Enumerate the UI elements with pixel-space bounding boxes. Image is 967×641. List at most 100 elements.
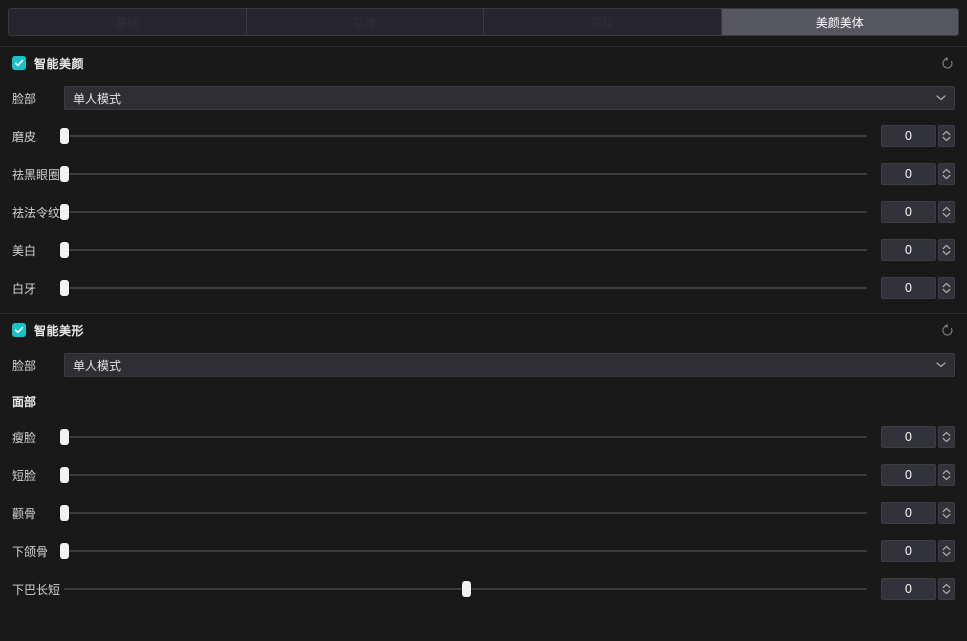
slider-control[interactable] [60,278,867,298]
value-input[interactable]: 0 [881,201,936,223]
slider-thumb[interactable] [60,429,69,445]
slider-label: 颧骨 [12,506,37,521]
face-mode-row: 脸部 单人模式 [0,346,967,384]
slider-row: 下颌骨 0 [0,532,967,570]
face-mode-label: 脸部 [12,358,37,373]
section-title: 智能美形 [34,323,85,338]
value-input[interactable]: 0 [881,540,936,562]
section-2: 智能美形 脸部 单人模式 面部 瘦脸 0 短脸 0 颧骨 0 下颌骨 0 下巴长短 0 [0,314,967,608]
check-icon-svg [14,59,24,67]
value-input[interactable]: 0 [881,502,936,524]
value-input[interactable]: 0 [881,125,936,147]
tab-bar: 基础 抠像 蒙版 美颜美体 [0,0,967,41]
slider-track [64,211,867,213]
value-spinbox: 0 [881,464,955,486]
spinner-arrows-svg [942,507,951,519]
value-input[interactable]: 0 [881,163,936,185]
slider-thumb[interactable] [60,467,69,483]
slider-control[interactable] [60,427,867,447]
slider-thumb[interactable] [60,543,69,559]
tab-chroma-key[interactable]: 抠像 [246,9,484,35]
reset-icon[interactable] [937,320,957,340]
chevron-down-icon [936,95,946,102]
face-mode-select[interactable]: 单人模式 [64,353,955,377]
tab-mask[interactable]: 蒙版 [484,9,722,35]
slider-row: 美白 0 [0,231,967,269]
slider-label: 磨皮 [12,129,37,144]
slider-track [64,135,867,137]
slider-control[interactable] [60,126,867,146]
value-input[interactable]: 0 [881,426,936,448]
value-spinbox: 0 [881,502,955,524]
spinner-buttons[interactable] [938,464,955,486]
slider-track [64,249,867,251]
slider-thumb[interactable] [60,166,69,182]
spinner-buttons[interactable] [938,163,955,185]
spinner-buttons[interactable] [938,578,955,600]
slider-thumb[interactable] [60,505,69,521]
section-enable-checkbox[interactable] [12,323,26,337]
slider-track [64,436,867,438]
slider-track [64,287,867,289]
value-spinbox: 0 [881,201,955,223]
slider-control[interactable] [60,503,867,523]
reset-icon[interactable] [937,53,957,73]
section-header: 智能美颜 [0,47,967,79]
slider-control[interactable] [64,579,867,599]
spinner-buttons[interactable] [938,201,955,223]
check-icon-svg [14,326,24,334]
slider-label: 白牙 [12,281,37,296]
slider-row: 颧骨 0 [0,494,967,532]
spinner-arrows-svg [942,244,951,256]
chevron-down-icon [936,362,946,369]
value-input[interactable]: 0 [881,578,936,600]
value-input[interactable]: 0 [881,239,936,261]
value-input[interactable]: 0 [881,277,936,299]
slider-row: 祛黑眼圈 0 [0,155,967,193]
slider-control[interactable] [60,541,867,561]
slider-track [64,173,867,175]
face-mode-value: 单人模式 [73,91,122,106]
spinner-buttons[interactable] [938,125,955,147]
spinner-buttons[interactable] [938,239,955,261]
slider-track [64,512,867,514]
reset-icon-svg [941,56,952,69]
spinner-arrows-svg [942,168,951,180]
slider-thumb[interactable] [60,204,69,220]
slider-control[interactable] [60,465,867,485]
slider-thumb[interactable] [60,280,69,296]
slider-label: 短脸 [12,468,37,483]
slider-thumb[interactable] [60,242,69,258]
spinner-arrows-svg [942,545,951,557]
section-1: 智能美颜 脸部 单人模式 磨皮 0 祛黑眼圈 0 祛法令纹 0 美白 0 白牙 0 [0,47,967,307]
slider-label: 祛黑眼圈 [12,167,61,182]
spinner-buttons[interactable] [938,277,955,299]
value-input[interactable]: 0 [881,464,936,486]
subsection-title: 面部 [12,394,37,409]
slider-control[interactable] [60,240,867,260]
slider-control[interactable] [60,164,867,184]
spinner-buttons[interactable] [938,426,955,448]
slider-row: 瘦脸 0 [0,418,967,456]
tab-strip: 基础 抠像 蒙版 美颜美体 [8,8,959,36]
slider-label: 瘦脸 [12,430,37,445]
slider-thumb[interactable] [60,128,69,144]
face-mode-value: 单人模式 [73,358,122,373]
value-spinbox: 0 [881,125,955,147]
value-spinbox: 0 [881,426,955,448]
spinner-arrows-svg [942,583,951,595]
section-enable-checkbox[interactable] [12,56,26,70]
slider-track [64,474,867,476]
face-mode-select[interactable]: 单人模式 [64,86,955,110]
slider-label: 下巴长短 [12,582,61,597]
spinner-arrows-svg [942,206,951,218]
spinner-buttons[interactable] [938,502,955,524]
slider-row: 短脸 0 [0,456,967,494]
tab-beauty-body[interactable]: 美颜美体 [721,9,958,35]
slider-thumb[interactable] [461,581,471,597]
value-spinbox: 0 [881,163,955,185]
spinner-buttons[interactable] [938,540,955,562]
tab-basic[interactable]: 基础 [9,9,247,35]
reset-icon-svg [941,323,952,336]
slider-control[interactable] [60,202,867,222]
